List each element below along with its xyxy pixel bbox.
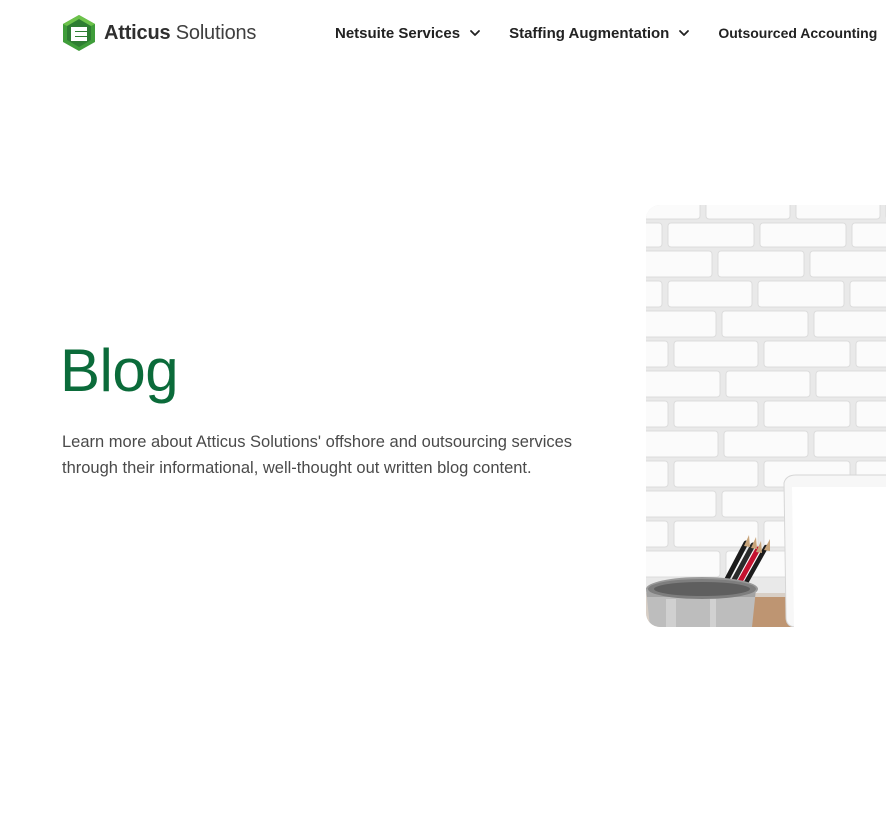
nav-item-label: Staffing Augmentation — [509, 24, 670, 42]
nav-item-outsourced-accounting[interactable]: Outsourced Accounting — [718, 25, 877, 41]
page: Atticus Solutions Netsuite Services Staf… — [0, 0, 886, 835]
chevron-down-icon — [679, 30, 690, 36]
hero-description: Learn more about Atticus Solutions' offs… — [62, 433, 573, 477]
atticus-hexagon-logo-icon — [63, 15, 95, 51]
brick-wall-illustration — [646, 205, 886, 627]
logo-link[interactable]: Atticus Solutions — [62, 14, 256, 52]
page-title: Blog — [60, 337, 179, 404]
logo-wordmark: Atticus Solutions — [104, 22, 256, 45]
nav-item-label: Netsuite Services — [335, 24, 461, 42]
nav-item-label: Outsourced Accounting — [718, 25, 878, 41]
nav-item-staffing-augmentation[interactable]: Staffing Augmentation — [509, 25, 690, 42]
main-nav: Netsuite Services Staffing Augmentation … — [335, 22, 877, 44]
chevron-down-icon — [470, 30, 480, 36]
site-header: Atticus Solutions Netsuite Services Staf… — [0, 0, 886, 66]
logo-brand-bold: Atticus — [104, 21, 171, 44]
nav-item-netsuite-services[interactable]: Netsuite Services — [335, 25, 481, 42]
office-desk-photo — [646, 205, 886, 627]
logo-brand-light: Solutions — [175, 21, 257, 44]
